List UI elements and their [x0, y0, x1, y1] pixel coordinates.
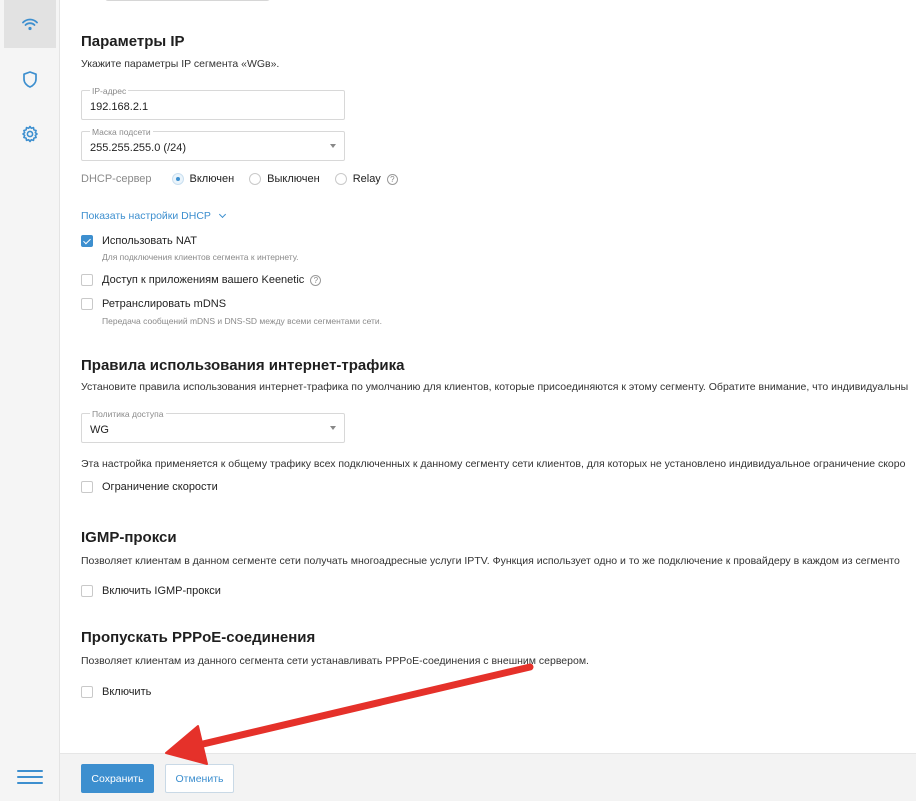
nat-checkbox[interactable] — [81, 235, 93, 247]
ip-address-value: 192.168.2.1 — [90, 101, 149, 113]
dhcp-radio-off[interactable] — [249, 173, 262, 185]
previous-field-edge — [105, 0, 270, 1]
mdns-sub: Передача сообщений mDNS и DNS-SD между в… — [102, 316, 383, 326]
section-desc-traffic: Установите правила использования интерне… — [81, 381, 909, 393]
pppoe-checkbox-row[interactable]: Включить — [81, 686, 151, 698]
help-icon[interactable]: ? — [386, 173, 398, 185]
dhcp-radio-on[interactable] — [171, 173, 184, 185]
chevron-down-icon — [330, 426, 336, 430]
access-policy-label: Политика доступа — [90, 409, 166, 419]
nat-label: Использовать NAT — [102, 235, 198, 247]
show-dhcp-settings-link[interactable]: Показать настройки DHCP — [81, 210, 226, 222]
footer-bar: Сохранить Отменить — [60, 753, 916, 801]
apps-access-checkbox-row[interactable]: Доступ к приложениям вашего Keenetic ? — [81, 274, 322, 286]
sidebar — [0, 0, 60, 801]
sidebar-item-settings[interactable] — [4, 110, 56, 158]
access-policy-select[interactable]: Политика доступа WG — [81, 409, 345, 443]
gear-icon — [22, 125, 38, 143]
save-button[interactable]: Сохранить — [81, 764, 154, 793]
mdns-checkbox-row[interactable]: Ретранслировать mDNS — [81, 298, 226, 310]
section-desc-ip: Укажите параметры IP сегмента «WGв». — [81, 58, 280, 70]
section-title-igmp: IGMP-прокси — [81, 529, 177, 546]
hamburger-menu-icon[interactable] — [17, 770, 43, 788]
ip-address-field[interactable]: IP-адрес 192.168.2.1 — [81, 86, 345, 120]
apps-access-label: Доступ к приложениям вашего Keenetic — [102, 274, 305, 286]
igmp-label: Включить IGMP-прокси — [102, 585, 221, 597]
dhcp-server-row: DHCP-сервер Включен Выключен Relay ? — [81, 173, 398, 185]
pppoe-label: Включить — [102, 686, 152, 698]
wifi-icon — [22, 18, 38, 30]
cancel-button[interactable]: Отменить — [165, 764, 234, 793]
igmp-checkbox-row[interactable]: Включить IGMP-прокси — [81, 585, 221, 597]
ip-address-label: IP-адрес — [90, 86, 129, 96]
mdns-label: Ретранслировать mDNS — [102, 298, 227, 310]
show-dhcp-settings-label: Показать настройки DHCP — [81, 210, 211, 222]
chevron-down-icon — [330, 144, 336, 148]
speed-limit-checkbox[interactable] — [81, 481, 93, 493]
main-content: Параметры IP Укажите параметры IP сегмен… — [60, 0, 916, 801]
sidebar-item-wifi[interactable] — [4, 0, 56, 48]
section-desc-igmp: Позволяет клиентам в данном сегменте сет… — [81, 555, 900, 567]
help-icon[interactable]: ? — [310, 274, 322, 286]
dhcp-radio-relay[interactable] — [334, 173, 347, 185]
section-title-traffic: Правила использования интернет-трафика — [81, 357, 405, 374]
mdns-checkbox[interactable] — [81, 298, 93, 310]
speed-limit-label: Ограничение скорости — [102, 481, 218, 493]
igmp-checkbox[interactable] — [81, 585, 93, 597]
nat-checkbox-row[interactable]: Использовать NAT — [81, 235, 197, 247]
dhcp-server-label: DHCP-сервер — [81, 173, 152, 185]
speed-limit-checkbox-row[interactable]: Ограничение скорости — [81, 481, 218, 493]
sidebar-item-security[interactable] — [4, 55, 56, 103]
dhcp-option-off-label: Выключен — [267, 173, 320, 185]
subnet-mask-value: 255.255.255.0 (/24) — [90, 142, 187, 154]
apps-access-checkbox[interactable] — [81, 274, 93, 286]
chevron-down-icon — [218, 210, 226, 219]
dhcp-option-on-label: Включен — [189, 173, 235, 185]
pppoe-checkbox[interactable] — [81, 686, 93, 698]
section-desc-pppoe: Позволяет клиентам из данного сегмента с… — [81, 655, 589, 667]
traffic-note: Эта настройка применяется к общему трафи… — [81, 458, 906, 470]
shield-icon — [23, 70, 37, 88]
subnet-mask-label: Маска подсети — [90, 127, 153, 137]
nat-sub: Для подключения клиентов сегмента к инте… — [102, 252, 299, 262]
subnet-mask-select[interactable]: Маска подсети 255.255.255.0 (/24) — [81, 127, 345, 161]
access-policy-value: WG — [90, 424, 109, 436]
section-title-ip: Параметры IP — [81, 33, 185, 50]
section-title-pppoe: Пропускать PPPoE-соединения — [81, 629, 316, 646]
dhcp-option-relay-label: Relay — [352, 173, 381, 185]
